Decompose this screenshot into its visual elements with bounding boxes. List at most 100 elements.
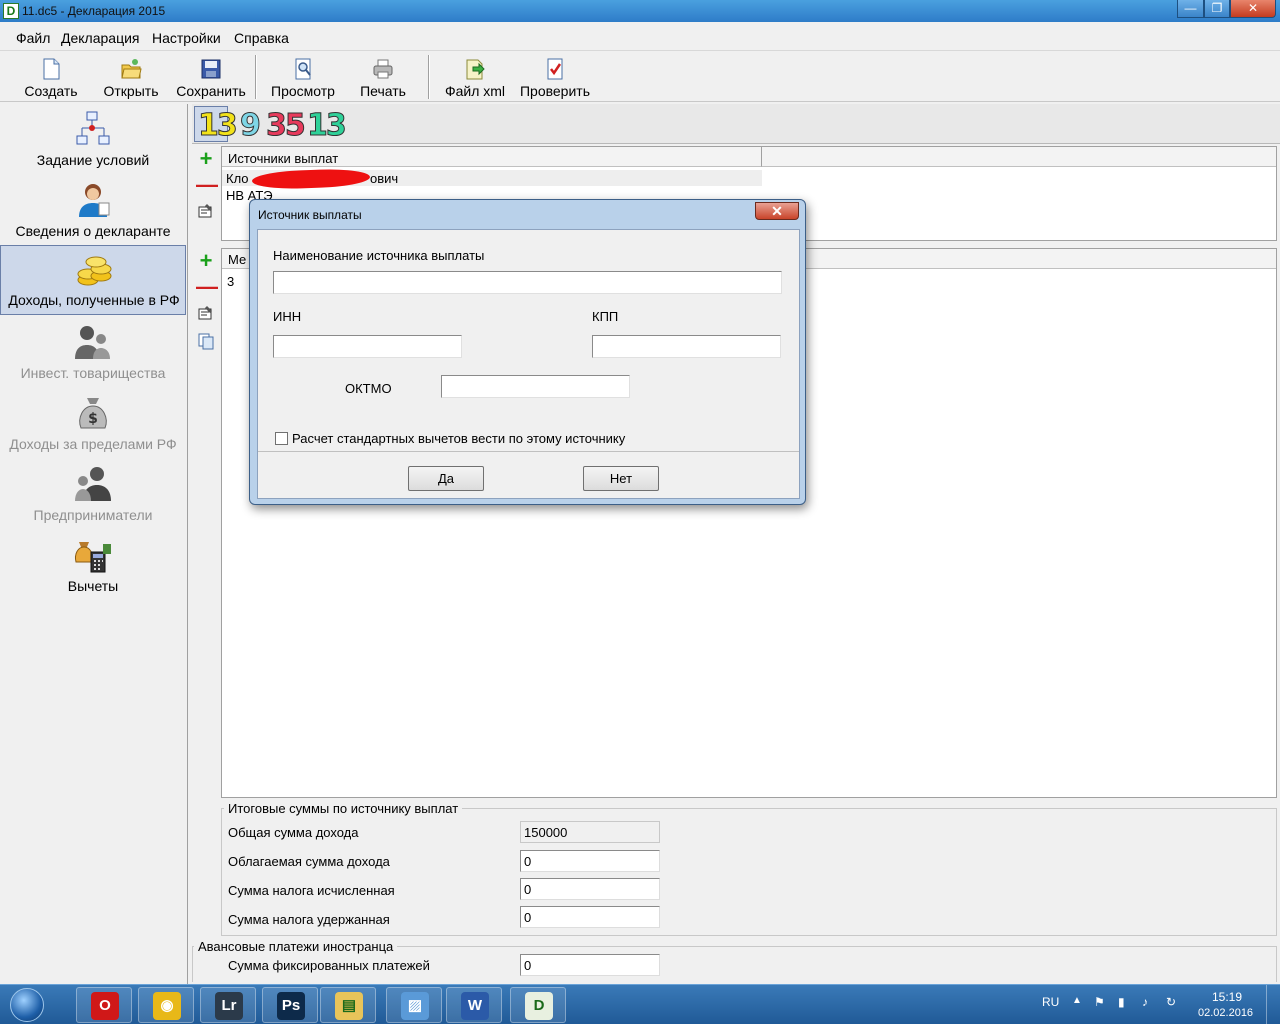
fixed-payments-field[interactable]: 0 [520, 954, 660, 976]
menu-file[interactable]: Файл [16, 30, 50, 46]
delete-month-button[interactable]: — [196, 276, 218, 298]
taxable-income-field[interactable]: 0 [520, 850, 660, 872]
chrome-icon: ◉ [153, 992, 181, 1020]
table-row-suffix[interactable]: ович [370, 171, 398, 186]
source-name-input[interactable] [273, 271, 782, 294]
cancel-button[interactable]: Нет [583, 466, 659, 491]
create-label: Создать [24, 83, 78, 99]
add-month-button[interactable]: + [196, 250, 216, 272]
menu-help[interactable]: Справка [234, 30, 289, 46]
plus-icon: + [199, 146, 213, 171]
rate-13-other-button[interactable]: 13 [307, 108, 348, 144]
taskbar-app-button[interactable]: Ps [262, 987, 318, 1023]
check-button[interactable]: Проверить [517, 57, 593, 99]
money-bag-icon: $ [79, 398, 107, 429]
nav-label-entrepreneurs: Предприниматели [33, 507, 153, 523]
taskbar-app-button[interactable]: D [510, 987, 566, 1023]
edit-card-icon [198, 204, 212, 218]
tax-calculated-field[interactable]: 0 [520, 878, 660, 900]
taskbar-app-button[interactable]: ▤ [320, 987, 376, 1023]
volume-icon[interactable]: ♪ [1142, 995, 1148, 1009]
tax-withheld-field[interactable]: 0 [520, 906, 660, 928]
create-button[interactable]: Создать [18, 57, 84, 99]
close-button[interactable]: ✕ [1230, 0, 1276, 18]
save-label: Сохранить [176, 83, 246, 99]
delete-source-button[interactable]: — [196, 174, 218, 196]
nav-item-conditions[interactable]: Задание условий [0, 104, 186, 174]
kpp-input[interactable] [592, 335, 781, 358]
tax-calculated-label: Сумма налога исчисленная [228, 883, 395, 898]
check-document-icon [547, 58, 563, 80]
printer-icon [373, 59, 393, 79]
clock-time[interactable]: 15:19 [1212, 990, 1242, 1004]
add-source-button[interactable]: + [196, 148, 216, 170]
nav-item-income-abroad[interactable]: $ Доходы за пределами РФ [0, 388, 186, 458]
taskbar-app-button[interactable]: W [446, 987, 502, 1023]
inn-input[interactable] [273, 335, 462, 358]
plus-icon: + [199, 248, 213, 273]
std-deductions-checkbox[interactable] [275, 432, 288, 445]
nav-item-invest[interactable]: Инвест. товарищества [0, 317, 186, 387]
minus-icon: — [196, 274, 218, 299]
network-icon[interactable]: ▮ [1118, 995, 1125, 1009]
word-icon: W [461, 992, 489, 1020]
minimize-button[interactable]: — [1177, 0, 1204, 18]
taskbar-app-button[interactable]: ◉ [138, 987, 194, 1023]
nav-item-income-rf[interactable]: Доходы, полученные в РФ [0, 245, 186, 315]
tray-expand-icon[interactable]: ▲ [1072, 995, 1082, 1006]
table-row[interactable]: Кло [226, 171, 249, 186]
dialog-close-button[interactable]: ✕ [755, 202, 799, 220]
toolbar-separator [255, 55, 257, 99]
tax-rate-bar: 13 9 35 13 [192, 104, 1280, 144]
title-bar[interactable]: D 11.dc5 - Декларация 2015 — ❐ ✕ [0, 0, 1280, 22]
sync-icon[interactable]: ↻ [1166, 995, 1176, 1009]
menu-declaration[interactable]: Декларация [61, 30, 140, 46]
calculator-coins-icon [75, 542, 111, 573]
action-center-icon[interactable]: ⚑ [1094, 995, 1105, 1009]
taskbar-app-button[interactable]: O [76, 987, 132, 1023]
menu-settings[interactable]: Настройки [152, 30, 221, 46]
xml-file-button[interactable]: Файл xml [444, 57, 506, 99]
nav-item-deductions[interactable]: Вычеты [0, 530, 186, 600]
advance-payments-title: Авансовые платежи иностранца [194, 939, 398, 954]
lightroom-icon: Lr [215, 992, 243, 1020]
business-people-icon [75, 467, 111, 501]
oktmo-input[interactable] [441, 375, 630, 398]
floppy-disk-icon [201, 59, 221, 79]
clock-date[interactable]: 02.02.2016 [1198, 1007, 1253, 1019]
rate-35-button[interactable]: 35 [266, 108, 307, 144]
nav-label-income-rf: Доходы, полученные в РФ [8, 292, 180, 308]
check-label: Проверить [519, 83, 590, 99]
dialog-body: Наименование источника выплаты ИНН КПП О… [257, 229, 800, 499]
preview-button[interactable]: Просмотр [269, 57, 337, 99]
start-button[interactable] [4, 987, 50, 1023]
inn-label: ИНН [273, 309, 302, 324]
taskbar-app-button[interactable]: Lr [200, 987, 256, 1023]
edit-month-button[interactable] [197, 304, 215, 322]
ok-button[interactable]: Да [408, 466, 484, 491]
maximize-button[interactable]: ❐ [1204, 0, 1230, 18]
taskbar-app-button[interactable]: ▨ [386, 987, 442, 1023]
nav-item-declarant[interactable]: Сведения о декларанте [0, 175, 186, 245]
language-indicator[interactable]: RU [1042, 995, 1059, 1009]
save-button[interactable]: Сохранить [176, 57, 246, 99]
payment-source-dialog: Источник выплаты ✕ Наименование источник… [249, 199, 806, 505]
copy-month-button[interactable] [197, 332, 215, 350]
show-desktop-button[interactable] [1266, 985, 1280, 1024]
new-document-icon [43, 58, 60, 80]
print-button[interactable]: Печать [357, 57, 409, 99]
rate-13-button[interactable]: 13 [198, 108, 239, 144]
nav-item-entrepreneurs[interactable]: Предприниматели [0, 459, 186, 529]
table-row[interactable]: 3 [227, 274, 234, 289]
window-title: 11.dc5 - Декларация 2015 [22, 4, 166, 18]
print-label: Печать [360, 83, 406, 99]
sources-header-filler [762, 147, 1276, 167]
photos-icon: ▨ [401, 992, 429, 1020]
xml-file-label: Файл xml [444, 83, 506, 99]
rate-9-button[interactable]: 9 [240, 108, 262, 144]
handshake-people-icon [75, 326, 110, 359]
totals-title: Итоговые суммы по источнику выплат [224, 801, 463, 816]
sources-column-header[interactable]: Источники выплат [222, 147, 762, 167]
edit-source-button[interactable] [197, 202, 215, 220]
open-button[interactable]: Открыть [100, 57, 162, 99]
